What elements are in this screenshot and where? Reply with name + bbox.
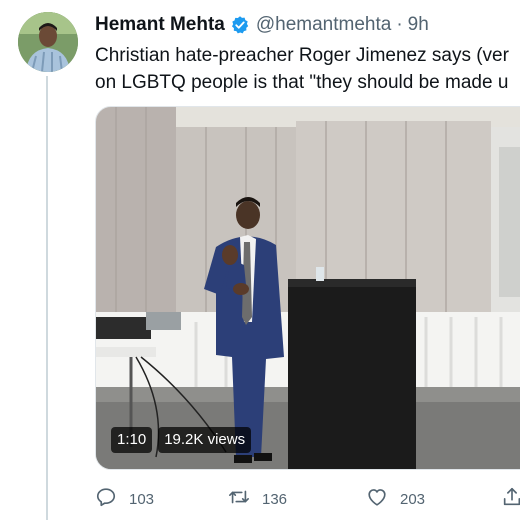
retweet-count: 136 — [262, 490, 288, 508]
tweet-header: Hemant Mehta @hemantmehta · 9h — [95, 13, 429, 37]
share-icon — [501, 486, 520, 512]
thread-line — [46, 76, 48, 520]
retweet-button[interactable]: 136 — [228, 486, 287, 512]
video-duration: 1:10 — [111, 427, 153, 453]
like-button[interactable]: 203 — [366, 486, 425, 512]
timestamp[interactable]: 9h — [408, 14, 429, 36]
tweet-actions: 103 136 203 — [95, 486, 520, 510]
share-button[interactable] — [501, 486, 520, 512]
separator-dot: · — [396, 14, 403, 35]
reply-count: 103 — [129, 490, 155, 508]
reply-icon — [95, 486, 117, 512]
like-icon — [366, 486, 388, 512]
video-views: 19.2K views — [158, 427, 252, 453]
avatar[interactable] — [18, 12, 78, 72]
author-name[interactable]: Hemant Mehta — [95, 14, 225, 36]
retweet-icon — [228, 486, 250, 512]
tweet-text-line-1: Christian hate-preacher Roger Jimenez sa… — [95, 45, 509, 66]
video-player[interactable] — [95, 106, 520, 470]
like-count: 203 — [400, 490, 426, 508]
tweet-text: Christian hate-preacher Roger Jimenez sa… — [95, 42, 520, 96]
author-handle[interactable]: @hemantmehta — [256, 14, 391, 36]
video-info: 1:10 19.2K views — [111, 427, 252, 453]
tweet-text-line-2: on LGBTQ people is that "they should be … — [95, 72, 509, 93]
reply-button[interactable]: 103 — [95, 486, 154, 512]
verified-badge-icon — [230, 15, 250, 35]
